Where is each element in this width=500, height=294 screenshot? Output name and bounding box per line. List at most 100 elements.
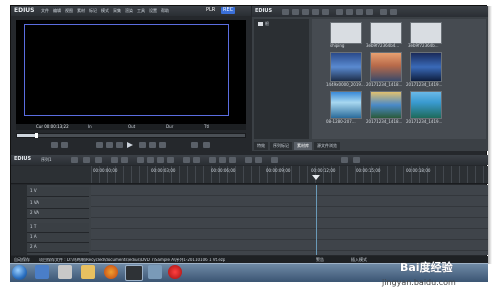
properties-icon[interactable] xyxy=(380,9,387,15)
redo-icon[interactable] xyxy=(121,157,128,163)
snap-icon[interactable] xyxy=(219,157,226,163)
output-icon[interactable] xyxy=(255,157,262,163)
clip-thumb-3[interactable] xyxy=(410,22,442,44)
menu-tools[interactable]: 工具 xyxy=(137,9,145,13)
mode-icon[interactable] xyxy=(71,157,78,163)
clip-label-8: 20171234_1418... xyxy=(366,119,403,124)
cut-icon[interactable] xyxy=(336,9,343,15)
clip-thumb-5[interactable] xyxy=(370,52,402,82)
explorer-icon[interactable] xyxy=(35,265,49,279)
playhead-marker[interactable] xyxy=(312,175,320,180)
rewind-button[interactable] xyxy=(106,142,113,148)
title-icon[interactable] xyxy=(322,9,329,15)
new-sequence-icon[interactable] xyxy=(83,157,90,163)
view-icon[interactable] xyxy=(390,9,397,15)
stop-button[interactable] xyxy=(96,142,103,148)
add-clip-icon[interactable] xyxy=(312,9,319,15)
cur-timecode: Cur 00:00:13;22 xyxy=(36,124,69,129)
edius-taskbar-icon[interactable] xyxy=(125,265,143,281)
firefox-icon[interactable] xyxy=(104,265,118,279)
menu-mode[interactable]: 模式 xyxy=(101,9,109,13)
track-header-1t[interactable]: 1 T xyxy=(27,223,89,233)
track-header-1v[interactable]: 1 V xyxy=(27,187,89,197)
track-name-1v: 1 V xyxy=(30,188,37,193)
clip-thumb-8[interactable] xyxy=(370,91,402,119)
clip-thumb-2[interactable] xyxy=(370,22,402,44)
track-gutter xyxy=(11,185,27,255)
cut-tl-icon[interactable] xyxy=(137,157,144,163)
menu-clip[interactable]: 素材 xyxy=(77,9,85,13)
ruler-tick-6: 00:00:18;00 xyxy=(406,168,431,173)
paste-tl-icon[interactable] xyxy=(157,157,164,163)
record-taskbar-icon[interactable] xyxy=(168,265,182,279)
clip-thumb-9[interactable] xyxy=(410,91,442,119)
track-name-2a: 2 A xyxy=(30,244,37,249)
zoom-icon[interactable] xyxy=(271,157,278,163)
folder-icon[interactable] xyxy=(282,9,289,15)
clip-thumb-6[interactable] xyxy=(410,52,442,82)
scrub-played xyxy=(17,134,35,137)
overwrite-button[interactable] xyxy=(203,142,210,148)
clip-label-6: 20171234_1419... xyxy=(406,82,443,87)
menu-capture[interactable]: 采集 xyxy=(113,9,121,13)
add-cut-icon[interactable] xyxy=(193,157,200,163)
plr-button[interactable]: PLR xyxy=(206,8,215,13)
paste-icon[interactable] xyxy=(356,9,363,15)
play-icon[interactable] xyxy=(127,142,133,148)
track-name-1va: 1 VA xyxy=(30,200,40,205)
tab-bin[interactable]: 素材库 xyxy=(294,142,312,150)
timeline-ruler[interactable]: 00:00:00;00 00:00:03;00 00:00:06;00 00:0… xyxy=(11,166,488,184)
ripple-icon[interactable] xyxy=(183,157,190,163)
root-folder-label[interactable]: 根 xyxy=(265,22,269,26)
clip-label-7: 08-1280-207... xyxy=(326,119,356,124)
start-button[interactable] xyxy=(12,265,27,280)
search-icon[interactable] xyxy=(292,9,299,15)
menu-render[interactable]: 渲染 xyxy=(125,9,133,13)
step-forward-button[interactable] xyxy=(139,142,146,148)
menu-help[interactable]: 帮助 xyxy=(161,9,169,13)
menu-settings[interactable]: 设置 xyxy=(149,9,157,13)
marker-icon[interactable] xyxy=(209,157,216,163)
app-taskbar-icon[interactable] xyxy=(148,265,162,279)
ruler-tick-3: 00:00:09;00 xyxy=(266,168,291,173)
menu-edit[interactable]: 编辑 xyxy=(53,9,61,13)
scrub-handle[interactable] xyxy=(35,133,38,138)
track-name-2va: 2 VA xyxy=(30,210,40,215)
menu-marker[interactable]: 标记 xyxy=(89,9,97,13)
track-header-1a[interactable]: 1 A xyxy=(27,233,89,243)
clip-thumb-1[interactable] xyxy=(330,22,362,44)
folder-taskbar-icon[interactable] xyxy=(81,265,95,279)
delete-tl-icon[interactable] xyxy=(167,157,174,163)
set-out-button[interactable] xyxy=(61,142,68,148)
copy-tl-icon[interactable] xyxy=(147,157,154,163)
menu-view[interactable]: 视图 xyxy=(65,9,73,13)
save-icon[interactable] xyxy=(95,157,102,163)
media-player-icon[interactable] xyxy=(58,265,72,279)
grid-icon[interactable] xyxy=(341,157,348,163)
set-in-button[interactable] xyxy=(51,142,58,148)
tab-source-browser[interactable]: 源文件浏览 xyxy=(314,142,340,150)
tab-sequence-marker[interactable]: 序列标记 xyxy=(270,142,292,150)
track-header-1va[interactable]: 1 VA xyxy=(27,199,89,209)
track-lanes[interactable] xyxy=(91,185,488,255)
track-header-2va[interactable]: 2 VA xyxy=(27,209,89,219)
rec-button[interactable]: REC xyxy=(221,7,236,14)
insert-button[interactable] xyxy=(191,142,198,148)
player-scrub-bar[interactable] xyxy=(16,133,246,138)
sync-icon[interactable] xyxy=(229,157,236,163)
copy-icon[interactable] xyxy=(346,9,353,15)
loop-button[interactable] xyxy=(159,142,166,148)
tab-effects[interactable]: 特效 xyxy=(254,142,268,150)
step-back-button[interactable] xyxy=(116,142,123,148)
fast-forward-button[interactable] xyxy=(149,142,156,148)
up-icon[interactable] xyxy=(302,9,309,15)
clip-thumb-7[interactable] xyxy=(330,91,362,119)
root-folder-icon[interactable] xyxy=(258,22,263,26)
list-icon[interactable] xyxy=(353,157,360,163)
track-header-2a[interactable]: 2 A xyxy=(27,243,89,253)
undo-icon[interactable] xyxy=(111,157,118,163)
render-icon[interactable] xyxy=(245,157,252,163)
clip-thumb-4[interactable] xyxy=(330,52,362,82)
delete-icon[interactable] xyxy=(366,9,373,15)
menu-file[interactable]: 文件 xyxy=(41,9,49,13)
